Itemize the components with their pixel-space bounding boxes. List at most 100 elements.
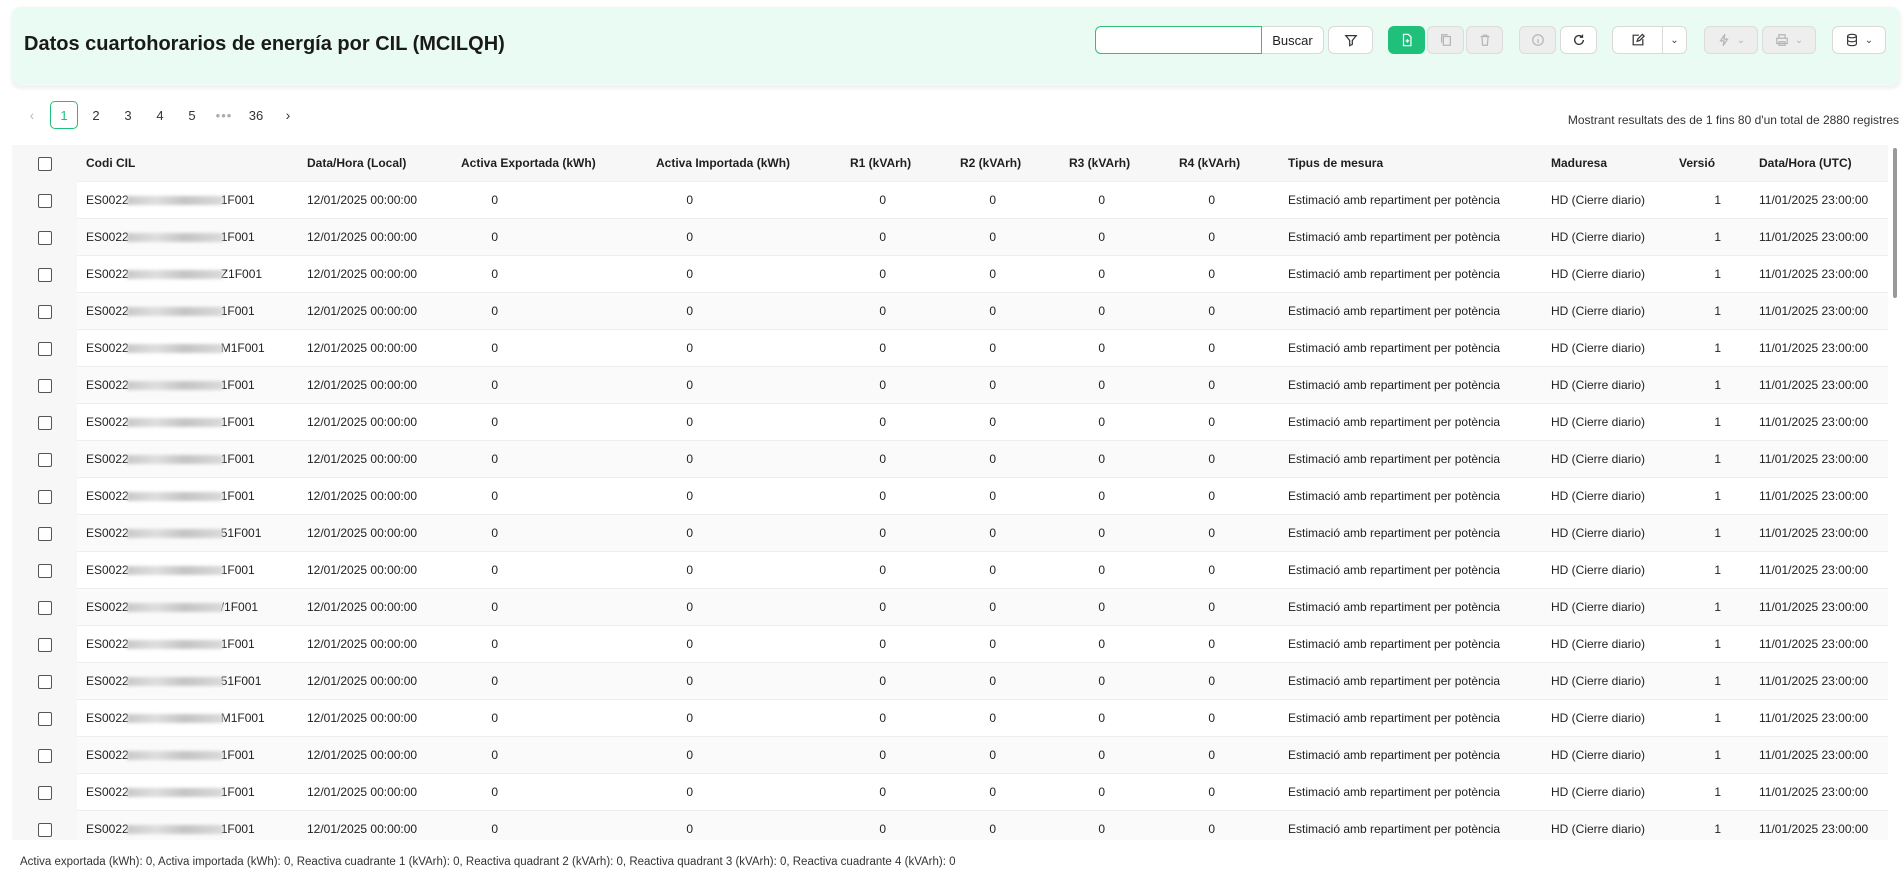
copy-icon (1440, 34, 1451, 46)
row-checkbox[interactable] (38, 786, 52, 800)
row-checkbox[interactable] (38, 749, 52, 763)
actions-dropdown-button[interactable]: ⌄ (1704, 26, 1758, 54)
more-pages-button[interactable]: ••• (210, 101, 238, 129)
table-row[interactable]: ES0022 1F001 12/01/2025 00:00:00 0 0 0 0 0 0 Esti… (12, 552, 1888, 589)
cell-activa-exportada: 0 (491, 304, 498, 318)
table-scrollbar[interactable] (1893, 148, 1897, 298)
row-select-cell (12, 737, 77, 774)
cell-activa-importada: 0 (686, 415, 693, 429)
page-36-button[interactable]: 36 (242, 101, 270, 129)
col-data-hora-utc[interactable]: Data/Hora (UTC) (1759, 145, 1852, 182)
edit-button[interactable] (1612, 26, 1663, 54)
row-checkbox[interactable] (38, 564, 52, 578)
page-3-button[interactable]: 3 (114, 101, 142, 129)
search-input[interactable] (1095, 26, 1262, 54)
cell-activa-exportada: 0 (491, 526, 498, 540)
cil-suffix: 1F001 (220, 378, 255, 392)
page-5-button[interactable]: 5 (178, 101, 206, 129)
table-row[interactable]: ES0022 1F001 12/01/2025 00:00:00 0 0 0 0 0 0 Esti… (12, 478, 1888, 515)
col-activa-exportada[interactable]: Activa Exportada (kWh) (461, 145, 596, 182)
row-checkbox[interactable] (38, 194, 52, 208)
table-row[interactable]: ES0022 M1F001 12/01/2025 00:00:00 0 0 0 0 0 0 Est… (12, 330, 1888, 367)
row-checkbox[interactable] (38, 268, 52, 282)
cell-r1: 0 (879, 193, 886, 207)
database-dropdown-button[interactable]: ⌄ (1832, 26, 1886, 54)
prev-page-button[interactable]: ‹ (18, 101, 46, 129)
table-row[interactable]: ES0022 51F001 12/01/2025 00:00:00 0 0 0 0 0 0 Est… (12, 663, 1888, 700)
table-row[interactable]: ES0022 Z1F001 12/01/2025 00:00:00 0 0 0 0 0 0 Est… (12, 256, 1888, 293)
row-checkbox[interactable] (38, 490, 52, 504)
row-checkbox[interactable] (38, 231, 52, 245)
cell-r2: 0 (989, 822, 996, 836)
col-r1[interactable]: R1 (kVArh) (850, 145, 911, 182)
search-button[interactable]: Buscar (1262, 26, 1324, 54)
table-row[interactable]: ES0022 51F001 12/01/2025 00:00:00 0 0 0 0 0 0 Est… (12, 515, 1888, 552)
table-row[interactable]: ES0022/1F001 12/01/2025 00:00:00 0 0 0 0 0 0 Est… (12, 589, 1888, 626)
table-row[interactable]: ES0022 1F001 12/01/2025 00:00:00 0 0 0 0 0 0 Esti… (12, 811, 1888, 840)
cell-maduresa: HD (Cierre diario) (1551, 711, 1646, 725)
copy-button[interactable] (1427, 26, 1464, 54)
table-row[interactable]: ES0022 1F001 12/01/2025 00:00:00 0 0 0 0 0 0 Esti… (12, 774, 1888, 811)
cell-activa-importada: 0 (686, 526, 693, 540)
table-row[interactable]: ES0022 1F001 12/01/2025 00:00:00 0 0 0 0 0 0 Esti… (12, 293, 1888, 330)
col-data-hora-local[interactable]: Data/Hora (Local) (307, 145, 406, 182)
cell-r1: 0 (879, 304, 886, 318)
page-title: Datos cuartohorarios de energía por CIL … (24, 33, 505, 55)
table-row[interactable]: ES0022 M1F001 12/01/2025 00:00:00 0 0 0 0 0 0 Est… (12, 700, 1888, 737)
row-checkbox[interactable] (38, 601, 52, 615)
table-row[interactable]: ES0022 1F001 12/01/2025 00:00:00 0 0 0 0 0 0 Esti… (12, 737, 1888, 774)
cell-data-hora-utc: 11/01/2025 23:00:00 (1759, 748, 1869, 762)
row-checkbox[interactable] (38, 453, 52, 467)
row-checkbox[interactable] (38, 305, 52, 319)
cell-maduresa: HD (Cierre diario) (1551, 341, 1646, 355)
cell-data-hora-utc: 11/01/2025 23:00:00 (1759, 785, 1869, 799)
table-row[interactable]: ES0022 1F001 12/01/2025 00:00:00 0 0 0 0 0 0 Esti… (12, 219, 1888, 256)
col-codi-cil[interactable]: Codi CIL (86, 145, 135, 182)
row-checkbox[interactable] (38, 527, 52, 541)
cell-tipus-mesura: Estimació amb repartiment per potència (1288, 304, 1501, 318)
select-all-checkbox[interactable] (38, 157, 52, 171)
next-page-button[interactable]: › (274, 101, 302, 129)
table-row[interactable]: ES0022 1F001 12/01/2025 00:00:00 0 0 0 0 0 0 Esti… (12, 367, 1888, 404)
cell-data-hora-local: 12/01/2025 00:00:00 (307, 304, 418, 318)
cell-r3: 0 (1098, 193, 1105, 207)
row-checkbox[interactable] (38, 416, 52, 430)
row-select-cell (12, 219, 77, 256)
cell-codi-cil: ES0022 51F001 (86, 515, 261, 552)
edit-icon (1632, 33, 1645, 46)
info-button[interactable] (1519, 26, 1556, 54)
col-tipus-mesura[interactable]: Tipus de mesura (1288, 145, 1383, 182)
new-record-button[interactable] (1388, 26, 1425, 54)
filter-button[interactable] (1328, 26, 1373, 54)
cell-activa-importada: 0 (686, 452, 693, 466)
row-checkbox[interactable] (38, 675, 52, 689)
print-dropdown-button[interactable]: ⌄ (1762, 26, 1816, 54)
delete-button[interactable] (1466, 26, 1503, 54)
cell-maduresa: HD (Cierre diario) (1551, 230, 1646, 244)
col-maduresa[interactable]: Maduresa (1551, 145, 1607, 182)
edit-dropdown-button[interactable]: ⌄ (1662, 26, 1687, 54)
page-4-button[interactable]: 4 (146, 101, 174, 129)
row-checkbox[interactable] (38, 379, 52, 393)
page-1-button[interactable]: 1 (50, 101, 78, 129)
col-r2[interactable]: R2 (kVArh) (960, 145, 1021, 182)
row-checkbox[interactable] (38, 823, 52, 837)
table-row[interactable]: ES0022 1F001 12/01/2025 00:00:00 0 0 0 0 0 0 Esti… (12, 404, 1888, 441)
cell-data-hora-local: 12/01/2025 00:00:00 (307, 563, 418, 577)
print-icon (1775, 34, 1788, 46)
row-select-cell (12, 404, 77, 441)
col-r4[interactable]: R4 (kVArh) (1179, 145, 1240, 182)
col-versio[interactable]: Versió (1679, 145, 1715, 182)
table-row[interactable]: ES0022 1F001 12/01/2025 00:00:00 0 0 0 0 0 0 Esti… (12, 441, 1888, 478)
col-r3[interactable]: R3 (kVArh) (1069, 145, 1130, 182)
page-2-button[interactable]: 2 (82, 101, 110, 129)
col-activa-importada[interactable]: Activa Importada (kWh) (656, 145, 790, 182)
row-checkbox[interactable] (38, 712, 52, 726)
row-checkbox[interactable] (38, 342, 52, 356)
chevron-down-icon: ⌄ (1864, 34, 1874, 46)
cell-data-hora-local: 12/01/2025 00:00:00 (307, 822, 418, 836)
table-row[interactable]: ES0022 1F001 12/01/2025 00:00:00 0 0 0 0 0 0 Esti… (12, 182, 1888, 219)
table-row[interactable]: ES0022 1F001 12/01/2025 00:00:00 0 0 0 0 0 0 Esti… (12, 626, 1888, 663)
row-checkbox[interactable] (38, 638, 52, 652)
refresh-button[interactable] (1560, 26, 1597, 54)
